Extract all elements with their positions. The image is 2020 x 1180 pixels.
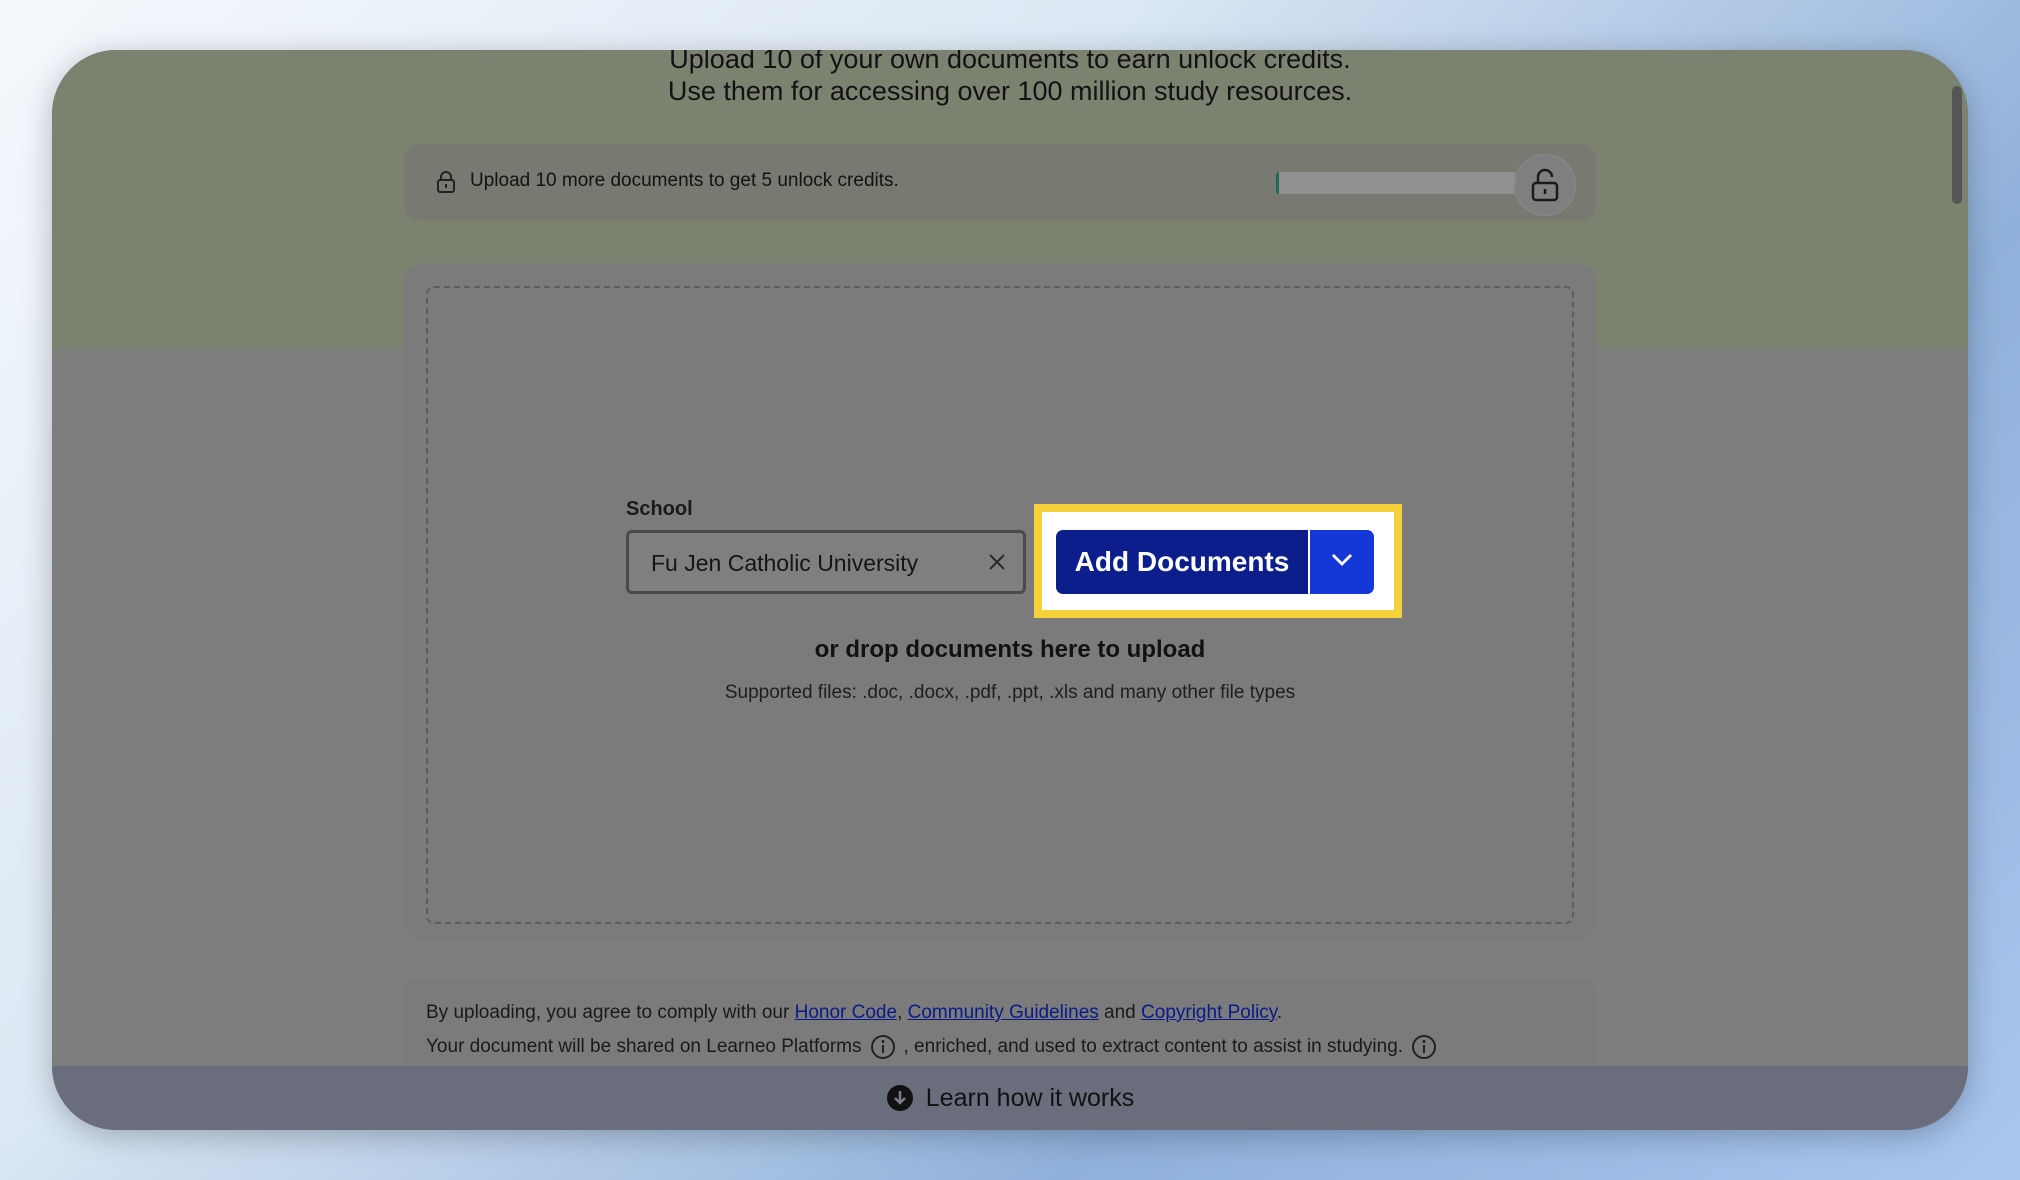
clear-icon[interactable]: [985, 550, 1009, 574]
add-documents-button[interactable]: Add Documents: [1056, 530, 1308, 594]
terms-and: and: [1098, 1002, 1142, 1023]
add-documents-dropdown-button[interactable]: [1310, 530, 1374, 594]
credit-progress-track: [1276, 172, 1516, 194]
drop-instruction: or drop documents here to upload: [814, 636, 1206, 663]
credit-progress-bar: Upload 10 more documents to get 5 unlock…: [404, 144, 1596, 220]
info-icon[interactable]: [870, 1034, 896, 1060]
scrollbar[interactable]: [1952, 86, 1962, 204]
credit-progress-fill: [1276, 172, 1279, 194]
school-input-value: Fu Jen Catholic University: [651, 550, 919, 576]
enriched-text: , enriched, and used to extract content …: [903, 1036, 1404, 1057]
arrow-down-circle-icon: [886, 1084, 914, 1112]
copyright-policy-link[interactable]: Copyright Policy: [1141, 1002, 1277, 1023]
learn-how-it-works-label: Learn how it works: [925, 1083, 1135, 1112]
learn-how-it-works-bar[interactable]: Learn how it works: [52, 1066, 1968, 1130]
credit-text: Upload 10 more documents to get 5 unlock…: [470, 170, 899, 191]
chevron-down-icon: [1331, 553, 1353, 572]
lock-icon: [436, 171, 456, 193]
app-window: Upload 10 of your own documents to earn …: [52, 50, 1968, 1130]
info-icon[interactable]: [1411, 1034, 1437, 1060]
intro-line-1: Upload 10 of your own documents to earn …: [669, 50, 1351, 74]
shared-text: Your document will be shared on Learneo …: [426, 1036, 862, 1057]
supported-files-text: Supported files: .doc, .docx, .pdf, .ppt…: [724, 682, 1296, 703]
community-guidelines-link[interactable]: Community Guidelines: [908, 1002, 1099, 1023]
intro-line-2: Use them for accessing over 100 million …: [667, 76, 1353, 106]
terms-prefix: By uploading, you agree to comply with o…: [426, 1002, 795, 1023]
school-input[interactable]: Fu Jen Catholic University: [626, 530, 1026, 594]
terms-period: .: [1276, 1002, 1283, 1023]
terms-comma: ,: [897, 1002, 908, 1023]
terms-line-2: Your document will be shared on Learneo …: [426, 1034, 1437, 1060]
unlock-icon: [1514, 154, 1576, 216]
terms-line-1: By uploading, you agree to comply with o…: [426, 1002, 1282, 1024]
honor-code-link[interactable]: Honor Code: [795, 1002, 897, 1023]
school-label: School: [626, 498, 693, 520]
